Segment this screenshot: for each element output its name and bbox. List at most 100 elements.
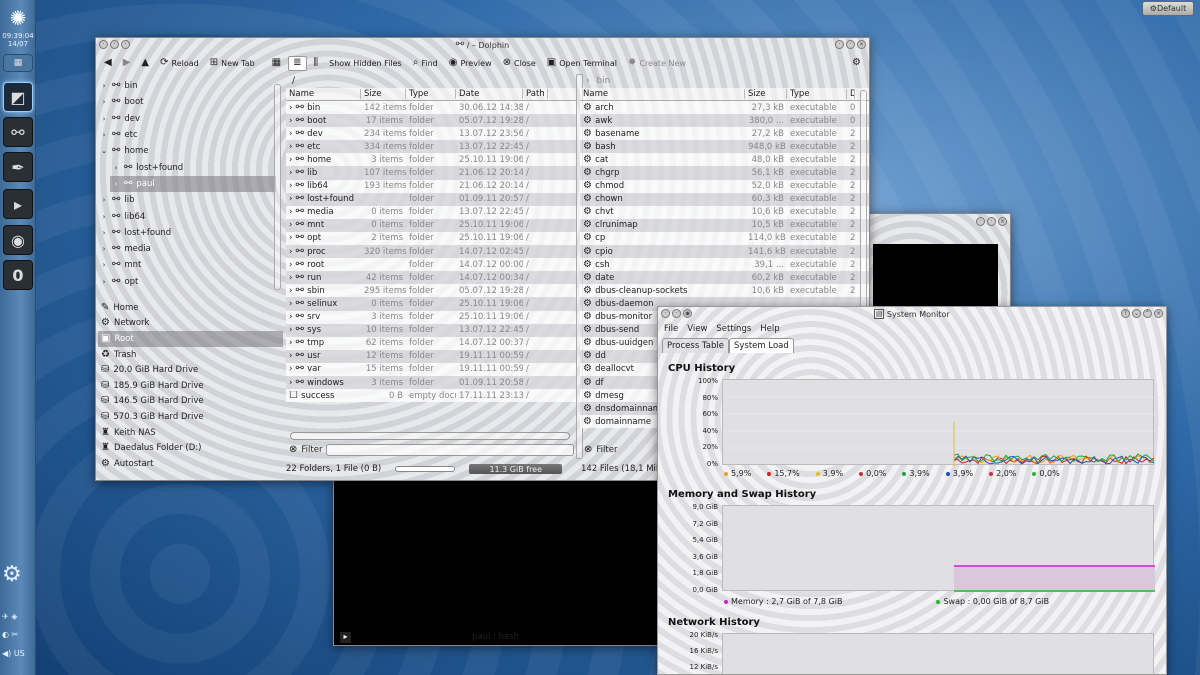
expand-arrow-icon[interactable]: ›: [100, 196, 108, 204]
terminal-screen[interactable]: [336, 481, 655, 627]
column-header[interactable]: Type: [406, 89, 456, 99]
close-button[interactable]: ×: [857, 40, 866, 49]
activity-icon[interactable]: ⚙: [2, 562, 22, 587]
file-row[interactable]: › ⚯ lost+found folder 01.09.11 20:57/: [286, 192, 576, 206]
window-menu-button[interactable]: ◉: [683, 309, 692, 318]
icons-view-button[interactable]: ▦: [268, 56, 285, 71]
column-header[interactable]: Type: [787, 89, 847, 99]
tree-item[interactable]: › ⚯ lost+found: [98, 225, 276, 241]
left-hscrollbar[interactable]: [290, 432, 570, 440]
tree-item[interactable]: ⌄ ⚯ home: [98, 143, 276, 159]
tree-item[interactable]: › ⚯ lost+found: [98, 159, 276, 175]
details-view-button[interactable]: ≣: [288, 55, 307, 71]
expand-arrow-icon[interactable]: ›: [100, 131, 108, 139]
maximize-button[interactable]: ⌃: [1143, 309, 1152, 318]
task-monitor-icon[interactable]: ◩: [3, 82, 33, 112]
expand-arrow-icon[interactable]: ›: [112, 180, 120, 188]
help-button[interactable]: ?: [1121, 309, 1130, 318]
file-row[interactable]: › ⚯ sys 10 items folder 13.07.12 22:45/: [286, 323, 576, 337]
expand-arrow-icon[interactable]: ›: [100, 261, 108, 269]
places-item[interactable]: ⛁ 570.3 GiB Hard Drive: [98, 409, 283, 425]
column-header[interactable]: Path: [523, 89, 548, 99]
column-header[interactable]: Name: [286, 89, 361, 99]
tree-item[interactable]: › ⚯ lib64: [98, 208, 276, 224]
column-header[interactable]: Size: [361, 89, 406, 99]
file-row[interactable]: ⚙ chgrp 56,1 kB executable 2: [580, 166, 869, 180]
file-row[interactable]: ⚙ chvt 10,6 kB executable 2: [580, 205, 869, 219]
file-row[interactable]: ⚙ dbus-cleanup-sockets 10,6 kB executable 2: [580, 284, 869, 298]
folders-scrollbar[interactable]: [274, 84, 281, 290]
tab-process-table[interactable]: Process Table: [662, 338, 729, 353]
column-header[interactable]: Date: [456, 89, 523, 99]
system-monitor-window[interactable]: · · ◉ ▤ System Monitor ? ⌄ ⌃ × File View Sett…: [657, 306, 1167, 675]
zoom-slider[interactable]: [395, 466, 456, 472]
file-row[interactable]: › ⚯ var 15 items folder 19.11.11 00:59/: [286, 362, 576, 376]
task-pen-icon[interactable]: ✒: [3, 152, 33, 182]
file-row[interactable]: › ⚯ dev 234 items folder 13.07.12 23:56/: [286, 127, 576, 141]
kickoff-menu-icon[interactable]: ✺: [3, 3, 33, 33]
close-filter-icon[interactable]: ⊗: [289, 445, 297, 455]
column-header[interactable]: Size: [745, 89, 787, 99]
tree-item[interactable]: › ⚯ media: [98, 241, 276, 257]
tree-item[interactable]: › ⚯ mnt: [98, 257, 276, 273]
open-terminal-button[interactable]: ▣ Open Terminal: [543, 56, 621, 71]
file-row[interactable]: ⚙ csh 39,1 ... executable 2: [580, 258, 869, 272]
file-row[interactable]: ⚙ basename 27,2 kB executable 2: [580, 127, 869, 141]
tree-item[interactable]: › ⚯ dev: [98, 111, 276, 127]
window-menu-button[interactable]: ·: [99, 40, 108, 49]
sysmon-titlebar[interactable]: · · ◉ ▤ System Monitor ? ⌄ ⌃ ×: [658, 307, 1166, 321]
places-item[interactable]: ⛁ 185.9 GiB Hard Drive: [98, 378, 283, 394]
close-filter-icon[interactable]: ⊗: [584, 445, 592, 455]
left-filter-input[interactable]: [326, 444, 574, 456]
file-row[interactable]: › ⚯ media 0 items folder 13.07.12 22:45/: [286, 205, 576, 219]
reload-button[interactable]: ⟳ Reload: [156, 56, 203, 71]
places-item[interactable]: ⛁ 20.0 GiB Hard Drive: [98, 362, 283, 378]
file-row[interactable]: ⚙ awk 380,0 ... executable 0: [580, 114, 869, 128]
tree-item[interactable]: › ⚯ opt: [98, 274, 276, 290]
expand-arrow-icon[interactable]: ›: [100, 98, 108, 106]
maximize-button[interactable]: ·: [846, 40, 855, 49]
places-item[interactable]: ♜ Keith NAS: [98, 425, 283, 441]
up-button[interactable]: ▲: [137, 56, 153, 71]
terminal-window[interactable]: ▸ paul : bash: [333, 480, 658, 646]
file-row[interactable]: › ⚯ mnt 0 items folder 25.10.11 19:06/: [286, 218, 576, 232]
column-header[interactable]: Name: [580, 89, 745, 99]
file-row[interactable]: ☐ success 0 B empty document17.11.11 23:13…: [286, 389, 576, 403]
file-row[interactable]: › ⚯ lib64 193 items folder 21.06.12 20:14/: [286, 179, 576, 193]
new-tab-button[interactable]: ⊞ New Tab: [206, 56, 259, 71]
expand-arrow-icon[interactable]: ›: [100, 278, 108, 286]
file-row[interactable]: › ⚯ etc 334 items folder 13.07.12 22:45/: [286, 140, 576, 154]
file-row[interactable]: ⚙ bash 948,0 kB executable 2: [580, 140, 869, 154]
back-button[interactable]: ◀: [100, 56, 116, 71]
file-row[interactable]: › ⚯ root folder 14.07.12 00:00/: [286, 258, 576, 272]
tab-system-load[interactable]: System Load: [729, 338, 794, 353]
expand-arrow-icon[interactable]: ›: [100, 82, 108, 90]
menu-settings[interactable]: Settings: [716, 324, 751, 334]
file-row[interactable]: ⚙ cpio 141,6 kB executable 2: [580, 245, 869, 259]
file-row[interactable]: ⚙ arch 27,3 kB executable 0: [580, 101, 869, 115]
places-item[interactable]: ▣ Root: [98, 331, 283, 347]
file-row[interactable]: ⚙ date 60,2 kB executable 2: [580, 271, 869, 285]
columns-view-button[interactable]: ⫼: [310, 56, 323, 71]
expand-arrow-icon[interactable]: ⌄: [100, 147, 108, 155]
file-row[interactable]: › ⚯ sbin 295 items folder 05.07.12 19:28/: [286, 284, 576, 298]
menu-file[interactable]: File: [664, 324, 678, 334]
file-row[interactable]: ⚙ clrunimap 10,5 kB executable 2: [580, 218, 869, 232]
file-row[interactable]: › ⚯ home 3 items folder 25.10.11 19:06/: [286, 153, 576, 167]
places-item[interactable]: ⚙ Network: [98, 316, 283, 332]
volume-layout[interactable]: ◀) US: [2, 649, 25, 658]
column-header[interactable]: D: [847, 89, 855, 99]
file-row[interactable]: ⚙ cp 114,0 kB executable 2: [580, 231, 869, 246]
minimize-button[interactable]: ·: [835, 40, 844, 49]
forward-button[interactable]: ▶: [119, 56, 135, 71]
file-row[interactable]: ⚙ chown 60,3 kB executable 2: [580, 192, 869, 206]
task-zero-icon[interactable]: 0: [3, 260, 33, 290]
file-row[interactable]: › ⚯ lib 107 items folder 21.06.12 20:14/: [286, 166, 576, 180]
settings-menu-button[interactable]: ⚙: [848, 56, 865, 71]
tree-item[interactable]: › ⚯ bin: [98, 78, 276, 94]
find-button[interactable]: ⌕ Find: [409, 56, 442, 71]
places-item[interactable]: ⚙ Autostart: [98, 456, 283, 472]
tray-icons-row2[interactable]: ◐ ✂: [2, 630, 18, 639]
file-row[interactable]: ⚙ cat 48,0 kB executable 2: [580, 153, 869, 167]
file-row[interactable]: › ⚯ boot 17 items folder 05.07.12 19:28/: [286, 114, 576, 128]
